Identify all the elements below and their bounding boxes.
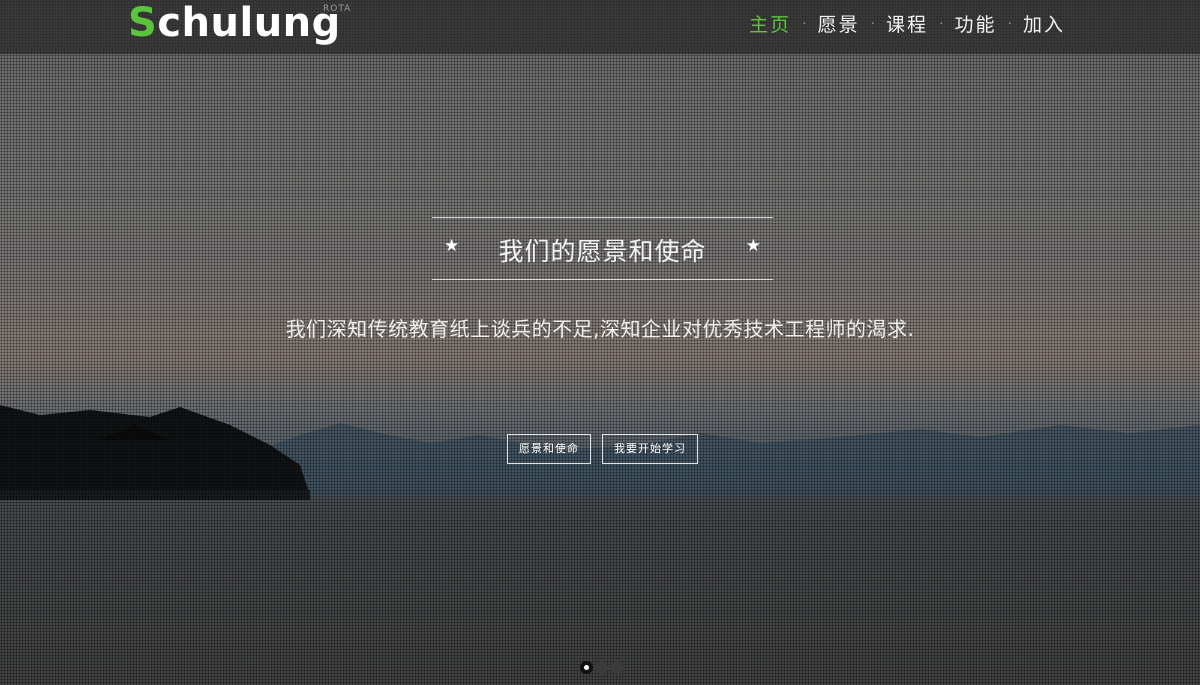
nav-item-home[interactable]: 主页 [749, 10, 791, 37]
carousel-pager [580, 661, 623, 674]
logo-first-letter: S [128, 0, 158, 46]
main-nav: 主页 · 愿景 · 课程 · 功能 · 加入 [749, 10, 1065, 37]
nav-item-courses[interactable]: 课程 [886, 10, 928, 37]
hero-background [0, 0, 1200, 685]
nav-separator: · [870, 15, 876, 32]
hero-subtitle: 我们深知传统教育纸上谈兵的不足,深知企业对优秀技术工程师的渴求. [285, 317, 915, 341]
carousel-dot-2[interactable] [595, 661, 608, 674]
logo-subtext: ROTA [323, 4, 352, 14]
carousel-dot-1[interactable] [580, 661, 593, 674]
carousel-dot-3[interactable] [610, 661, 623, 674]
vision-mission-button[interactable]: 愿景和使命 [507, 434, 591, 464]
nav-item-join[interactable]: 加入 [1023, 10, 1065, 37]
hero-title: 我们的愿景和使命 [498, 237, 707, 266]
nav-item-vision[interactable]: 愿景 [818, 10, 860, 37]
top-navbar: Schulung ROTA 主页 · 愿景 · 课程 · 功能 · 加入 [0, 0, 1200, 54]
nav-separator: · [802, 15, 807, 32]
nav-separator: · [939, 15, 944, 32]
nav-separator: · [1007, 15, 1012, 32]
brand-logo[interactable]: Schulung [128, 0, 341, 48]
nav-item-features[interactable]: 功能 [955, 10, 997, 37]
start-learning-button[interactable]: 我要开始学习 [602, 434, 698, 464]
star-icon: ★ [745, 236, 761, 256]
logo-text: chulung [157, 0, 341, 46]
hero-title-frame: ★ 我们的愿景和使命 ★ [432, 217, 773, 280]
landscape-illustration [0, 405, 1200, 500]
